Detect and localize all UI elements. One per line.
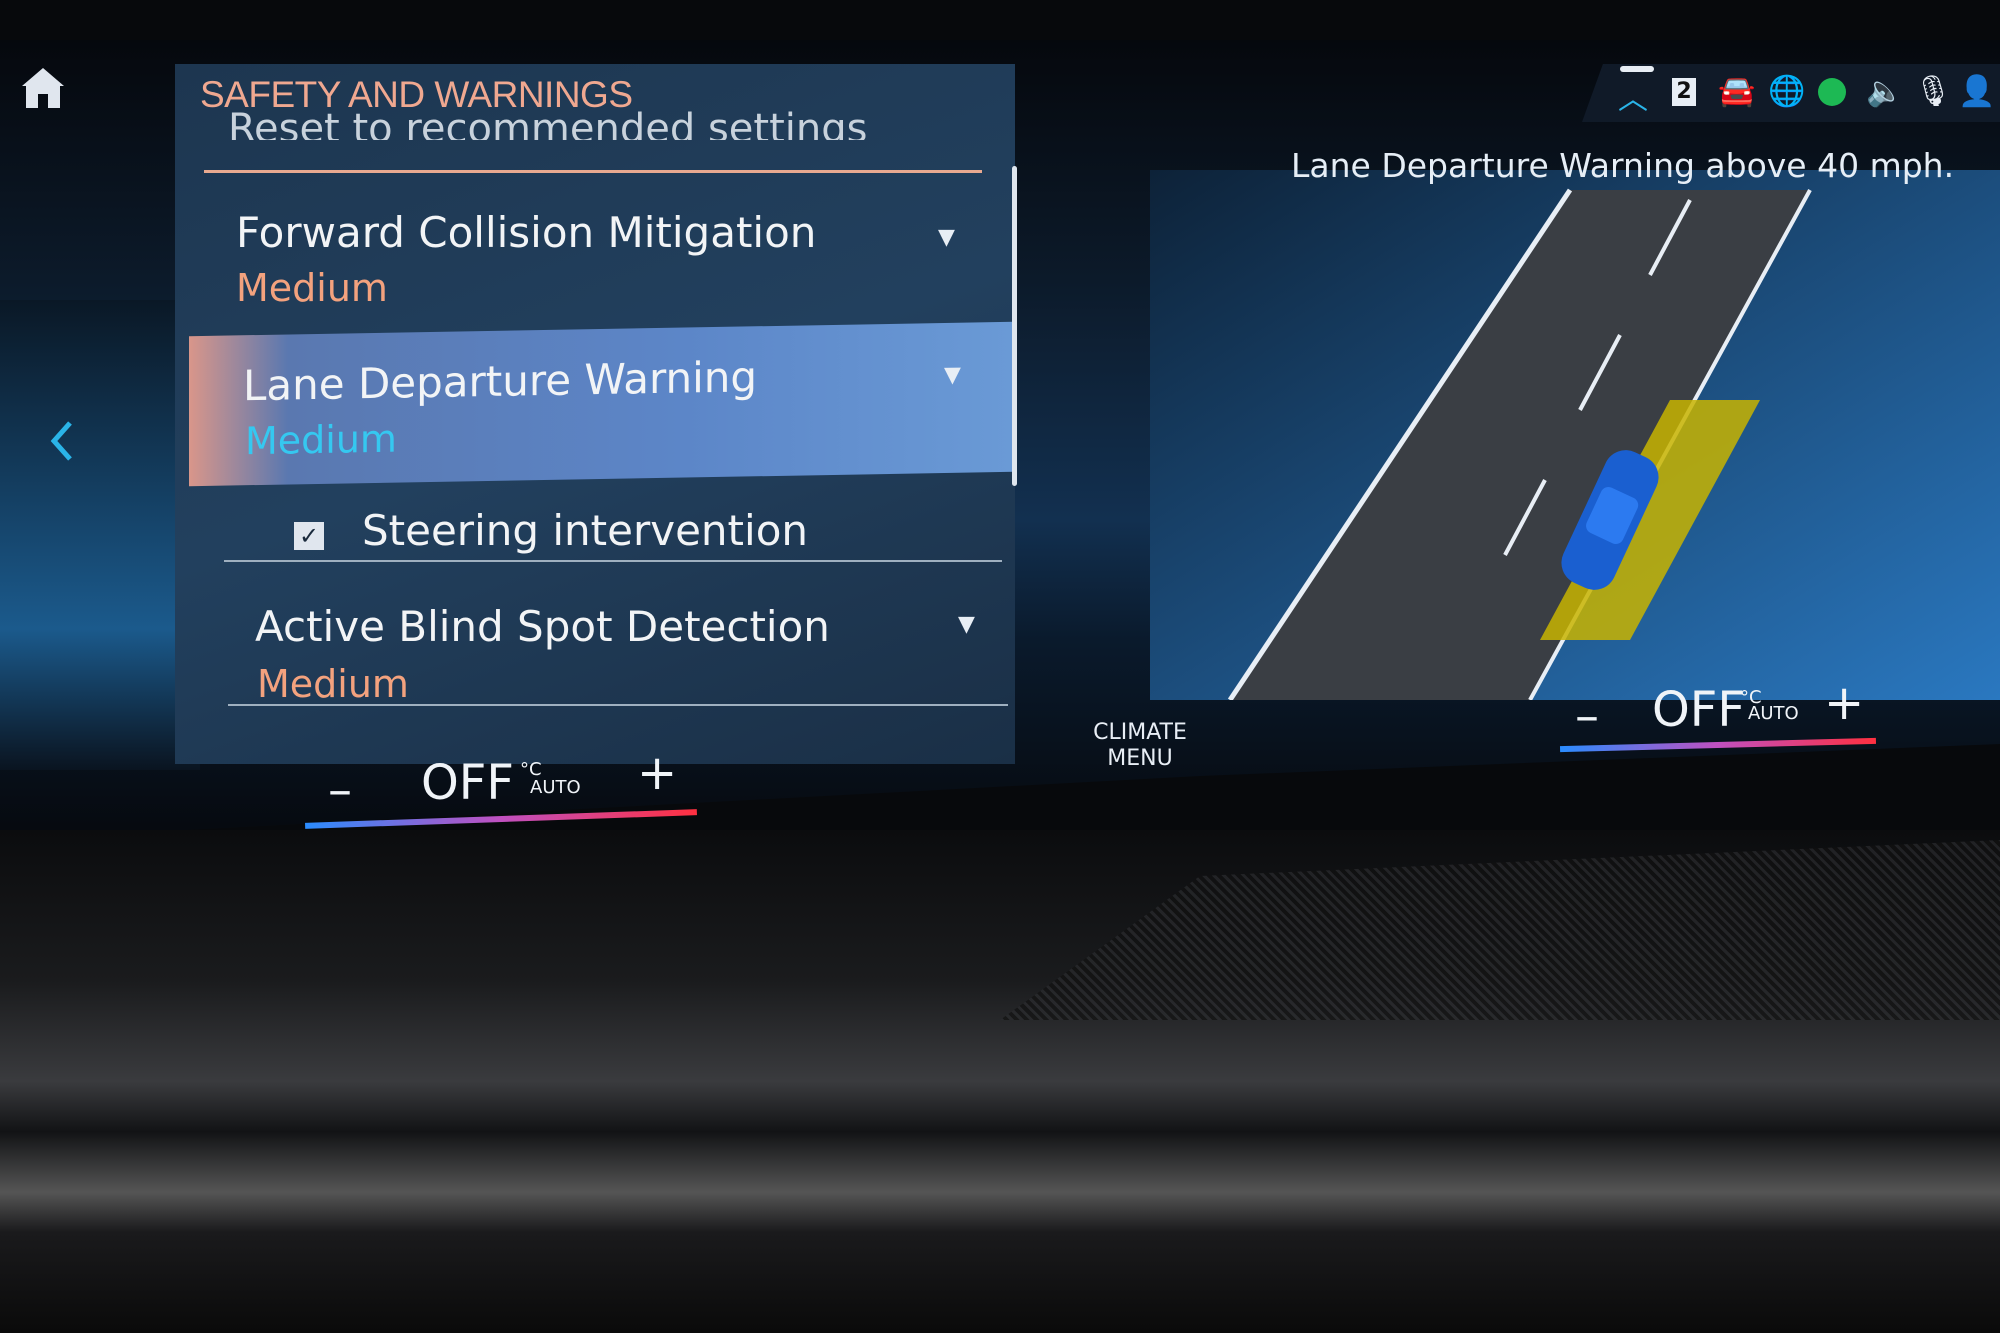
home-icon[interactable] (20, 66, 66, 110)
chevron-down-icon: ▼ (944, 362, 961, 389)
temp-decrease-button[interactable]: – (1575, 688, 1599, 744)
item-label: Forward Collision Mitigation (236, 208, 817, 257)
header-divider (204, 170, 982, 173)
user-profile-icon[interactable]: 👤 (1958, 74, 1995, 109)
page-title: SAFETY AND WARNINGS (200, 74, 633, 115)
info-message: Lane Departure Warning above 40 mph. (1291, 146, 1955, 185)
speaker-icon[interactable]: 🔈 (1866, 74, 1903, 109)
divider (224, 560, 1002, 562)
list-item-forward-collision[interactable]: Forward Collision Mitigation Medium ▼ (200, 180, 1000, 325)
divider (228, 704, 1008, 706)
item-value: Medium (245, 416, 397, 464)
globe-shield-icon: 🌐 (1768, 74, 1806, 109)
temp-increase-button[interactable]: + (637, 745, 677, 801)
chevron-up-icon[interactable]: ︿ (1618, 74, 1648, 118)
list-item-steering-intervention[interactable]: ✓ Steering intervention (200, 486, 1000, 561)
temp-decrease-button[interactable]: – (328, 762, 352, 818)
display-number-icon: 2 (1672, 78, 1696, 106)
checkbox-checked-icon[interactable]: ✓ (294, 522, 324, 550)
spotify-icon (1818, 78, 1846, 106)
chevron-down-icon: ▼ (938, 225, 955, 250)
chevron-left-icon[interactable] (48, 420, 74, 466)
scrollbar[interactable] (1012, 166, 1017, 486)
item-label: Steering intervention (362, 506, 809, 555)
temp-increase-button[interactable]: + (1824, 675, 1864, 731)
temp-value: OFF (1652, 682, 1745, 738)
item-label: Active Blind Spot Detection (255, 602, 830, 651)
auto-mode[interactable]: AUTO (530, 778, 581, 797)
lane-departure-illustration (1150, 170, 2000, 700)
item-label: Lane Departure Warning (243, 352, 758, 411)
list-item-lane-departure-selected[interactable]: Lane Departure Warning Medium ▼ (189, 321, 1014, 487)
chevron-down-icon: ▼ (958, 612, 975, 637)
climate-menu-button[interactable]: CLIMATE MENU (1090, 720, 1190, 772)
item-value: Medium (236, 266, 388, 310)
drawer-handle[interactable] (1620, 66, 1654, 72)
connected-car-icon: 🚘 (1718, 74, 1756, 109)
item-value: Medium (257, 662, 409, 706)
temp-value: OFF (421, 755, 514, 811)
list-item-blind-spot[interactable]: Active Blind Spot Detection Medium ▼ (200, 587, 1020, 707)
microphone-icon[interactable]: 🎙 (1914, 74, 1952, 109)
left-ambient (0, 300, 200, 770)
auto-mode[interactable]: AUTO (1748, 704, 1799, 723)
